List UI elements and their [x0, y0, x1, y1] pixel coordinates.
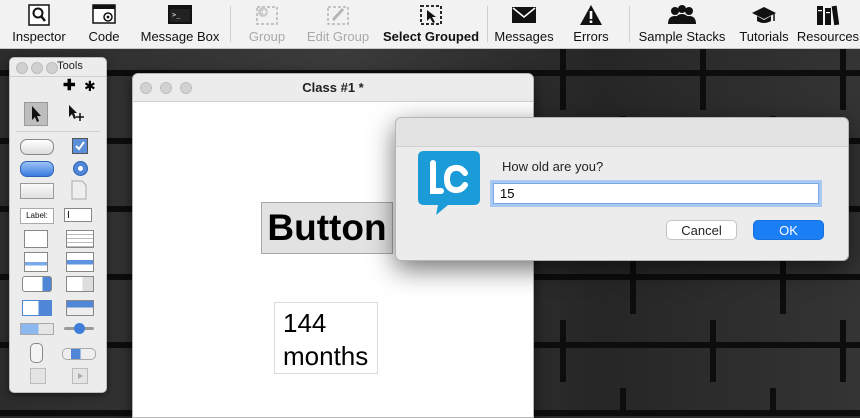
- edit-tool[interactable]: [64, 102, 86, 124]
- toolbar-label: Errors: [573, 29, 609, 44]
- label-tool-text: Label:: [26, 211, 48, 220]
- code-icon: [92, 4, 116, 24]
- toolbar-group-button[interactable]: + Group: [240, 0, 294, 48]
- toolbar-label: Resources: [796, 29, 860, 44]
- toolbar-label: Group: [248, 29, 286, 44]
- envelope-icon: [512, 7, 536, 23]
- arrow-pointer-icon: [32, 106, 41, 122]
- player-tool[interactable]: [72, 368, 88, 384]
- toolbar-tutorials-button[interactable]: Tutorials: [733, 0, 795, 48]
- ask-dialog: How old are you? Cancel OK: [395, 117, 849, 261]
- answer-input[interactable]: [493, 183, 819, 204]
- browse-tool[interactable]: [24, 102, 48, 126]
- graphic-tool[interactable]: [30, 368, 46, 384]
- move-pointer-icon: [69, 105, 84, 121]
- toolbar-resources-button[interactable]: Resources: [796, 0, 860, 48]
- months-value: 144: [283, 308, 327, 338]
- edit-group-icon: [327, 6, 349, 25]
- months-unit: months: [283, 341, 369, 371]
- tools-palette: Tools ✚ ✱ Label: I: [9, 57, 107, 393]
- rounded-button-tool[interactable]: [20, 139, 54, 155]
- toolbar-sample-stacks-button[interactable]: Sample Stacks: [634, 0, 730, 48]
- inspector-icon: [28, 4, 50, 26]
- label-field-tool[interactable]: Label:: [20, 208, 54, 224]
- toolbar-separator: [629, 6, 630, 42]
- checkmark-icon: [73, 139, 87, 153]
- message-box-icon: >_: [168, 5, 192, 24]
- livecode-logo-icon: [418, 151, 480, 215]
- data-grid-tool[interactable]: [66, 252, 94, 272]
- tools-title: Tools: [57, 60, 83, 72]
- image-tool[interactable]: [70, 180, 88, 200]
- popup-menu-tool[interactable]: [22, 276, 52, 292]
- slider-tool[interactable]: [64, 323, 94, 334]
- toolbar-label: Edit Group: [306, 29, 370, 44]
- progress-bar-tool[interactable]: [20, 323, 54, 335]
- books-icon: [817, 5, 840, 26]
- toolbar-messages-button[interactable]: Messages: [490, 0, 558, 48]
- select-grouped-icon: [420, 5, 442, 25]
- stepper-tool[interactable]: [30, 343, 43, 363]
- combo-box-tool[interactable]: [22, 300, 52, 316]
- card-title: Class #1 *: [302, 80, 364, 95]
- graduation-cap-icon: [752, 7, 776, 23]
- toolbar-select-grouped-button[interactable]: Select Grouped: [378, 0, 484, 48]
- toolbar-errors-button[interactable]: Errors: [564, 0, 618, 48]
- toolbar-label: Sample Stacks: [638, 29, 726, 44]
- main-toolbar: Inspector Code >_ Message Box + Group Ed…: [0, 0, 860, 49]
- toolbar-separator: [487, 6, 488, 42]
- toolbar-label: Message Box: [140, 29, 220, 44]
- dialog-prompt: How old are you?: [502, 159, 604, 174]
- scrolling-list-tool[interactable]: [24, 252, 48, 272]
- card-titlebar: Class #1 *: [133, 74, 533, 102]
- scrollbar-tool[interactable]: [62, 348, 96, 360]
- cancel-button[interactable]: Cancel: [666, 220, 737, 240]
- toolbar-label: Tutorials: [739, 29, 789, 44]
- tab-panel-tool[interactable]: [66, 300, 94, 316]
- ok-button[interactable]: OK: [753, 220, 824, 240]
- dialog-titlebar: [396, 118, 848, 147]
- radio-button-tool[interactable]: [73, 161, 88, 176]
- plus-icon[interactable]: ✚: [63, 78, 76, 94]
- gear-icon[interactable]: ✱: [84, 78, 96, 94]
- table-field-tool[interactable]: [66, 230, 94, 248]
- toolbar-separator: [230, 6, 231, 42]
- play-icon: [78, 373, 83, 379]
- group-icon: +: [256, 6, 278, 25]
- toolbar-label: Inspector: [12, 29, 66, 44]
- option-menu-tool[interactable]: [66, 276, 94, 292]
- checkbox-tool[interactable]: [72, 138, 88, 154]
- scrolling-field-tool[interactable]: [24, 230, 48, 248]
- toolbar-inspector-button[interactable]: Inspector: [0, 0, 78, 48]
- toolbar-edit-group-button[interactable]: Edit Group: [300, 0, 376, 48]
- toolbar-code-button[interactable]: Code: [78, 0, 130, 48]
- svg-text:>_: >_: [172, 11, 181, 19]
- toolbar-label: Select Grouped: [382, 29, 480, 44]
- document-icon: [71, 180, 87, 200]
- people-icon: [668, 5, 696, 24]
- toolbar-label: Code: [88, 29, 120, 44]
- svg-text:+: +: [260, 8, 268, 18]
- default-button-tool[interactable]: [20, 161, 54, 177]
- rectangle-button-tool[interactable]: [20, 183, 54, 199]
- toolbar-label: Messages: [494, 29, 554, 44]
- age-months-field: 144 months: [274, 302, 378, 374]
- toolbar-message-box-button[interactable]: >_ Message Box: [134, 0, 226, 48]
- text-field-tool[interactable]: I: [64, 208, 92, 222]
- warning-icon: [580, 5, 602, 25]
- stack-button[interactable]: Button: [261, 202, 393, 254]
